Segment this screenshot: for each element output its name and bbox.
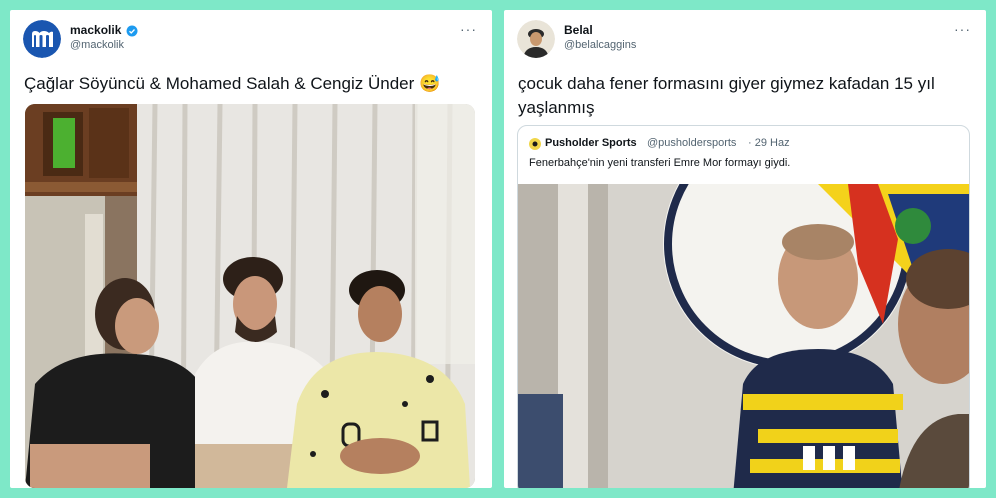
tweet-text: Çağlar Söyüncü & Mohamed Salah & Cengiz … (24, 74, 441, 93)
user-name[interactable]: mackolik (70, 23, 121, 37)
tweet-photo[interactable] (25, 104, 475, 488)
mackolik-logo-icon[interactable] (23, 20, 61, 58)
tweet-text: çocuk daha fener formasını giyer giymez … (518, 74, 935, 117)
user-avatar-icon[interactable] (517, 20, 555, 58)
more-dots-icon[interactable]: ··· (954, 22, 971, 36)
tweet-card-mackolik[interactable]: mackolik @mackolik ··· Çağlar Söyüncü & … (10, 10, 492, 488)
more-dots-icon[interactable]: ··· (460, 22, 477, 36)
user-handle[interactable]: @belalcaggins (564, 39, 636, 51)
quoted-date[interactable]: · 29 Haz (748, 137, 790, 149)
pusholder-logo-icon (529, 137, 541, 150)
quoted-text: Fenerbahçe'nin yeni transferi Emre Mor f… (529, 157, 791, 169)
quoted-tweet[interactable]: Pusholder Sports @pusholdersports · 29 H… (517, 125, 970, 488)
quoted-photo[interactable] (518, 184, 969, 488)
verified-badge-icon (126, 24, 138, 37)
quoted-user-handle[interactable]: @pusholdersports (647, 137, 736, 149)
tweet-card-belal[interactable]: Belal @belalcaggins ··· çocuk daha fener… (504, 10, 986, 488)
user-name[interactable]: Belal (564, 23, 593, 37)
quoted-user-name[interactable]: Pusholder Sports (545, 137, 637, 149)
user-handle[interactable]: @mackolik (70, 39, 124, 51)
